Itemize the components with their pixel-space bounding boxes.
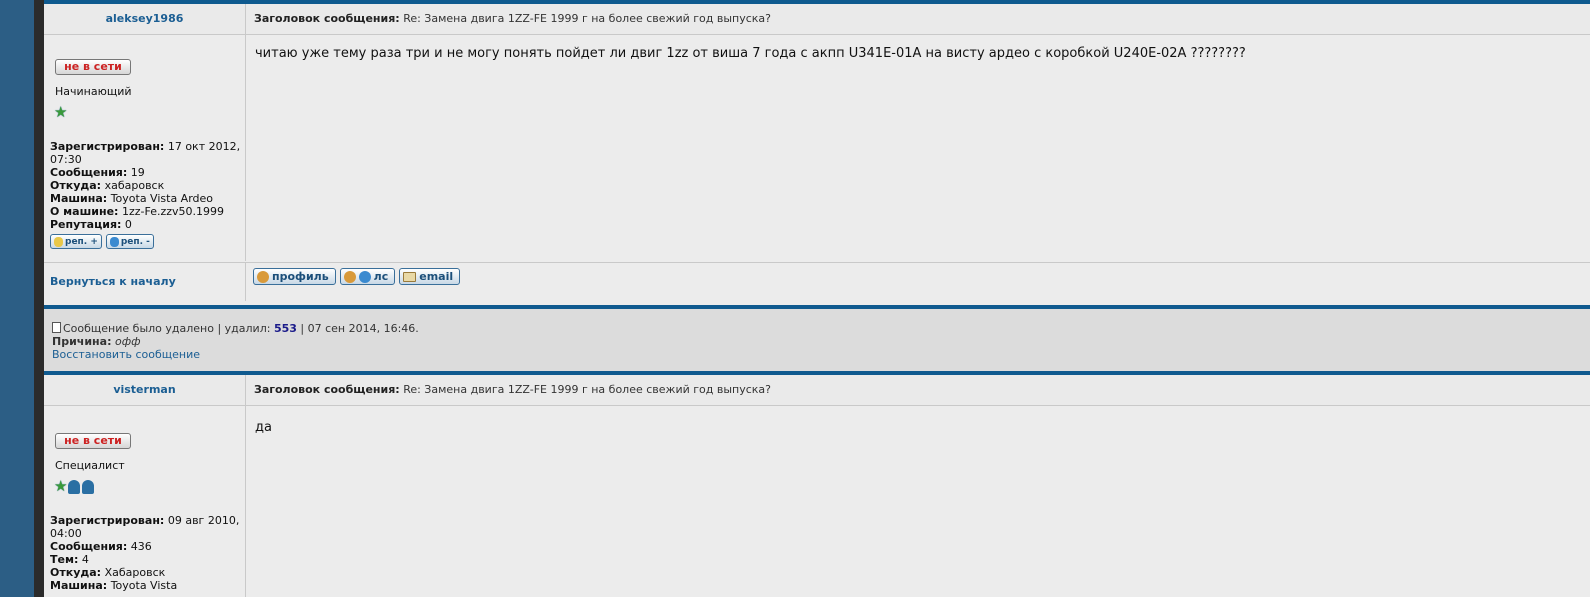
rep-plus-label: реп. + (65, 236, 98, 247)
reputation-value: 0 (124, 218, 132, 231)
registered-value: 17 окт 2012, (167, 140, 241, 153)
deleted-info: Сообщение было удалено | удалил: 553 | 0… (52, 322, 419, 335)
about-car-label: О машине: (50, 205, 119, 218)
rep-minus-label: реп. - (120, 236, 150, 247)
deleted-date: | 07 сен 2014, 16:46. (300, 322, 419, 335)
rank-title: Начинающий (55, 85, 132, 98)
subject-label: Заголовок сообщения: (254, 383, 400, 396)
author-info: Зарегистрирован: 17 окт 2012, 07:30 Сооб… (50, 140, 242, 231)
deleted-reason: Причина: офф (52, 335, 141, 348)
from-value: хабаровск (104, 179, 165, 192)
post-header: visterman Заголовок сообщения: Re: Замен… (44, 375, 1590, 406)
document-icon (52, 322, 61, 333)
from-label: Откуда: (50, 179, 102, 192)
reason-label: Причина: (52, 335, 112, 348)
post-body: да (255, 420, 272, 435)
posts-count: 19 (130, 166, 145, 179)
posts-label: Сообщения: (50, 540, 128, 553)
envelope-icon (403, 271, 417, 282)
users-icon-secondary (358, 270, 371, 283)
posts-label: Сообщения: (50, 166, 128, 179)
post-author-name[interactable]: aleksey1986 (44, 4, 246, 34)
from-value: Хабаровск (104, 566, 166, 579)
subject-text: Re: Замена двига 1ZZ-FE 1999 г на более … (403, 383, 771, 396)
email-button-label: email (419, 270, 454, 283)
profile-icon (257, 270, 269, 283)
post-body: читаю уже тему раза три и не могу понять… (255, 46, 1246, 61)
posts-count: 436 (130, 540, 152, 553)
offline-status-badge: не в сети (55, 59, 131, 75)
from-label: Откуда: (50, 566, 102, 579)
rank-icons: ★ (54, 477, 95, 497)
rank-figure-icon (68, 479, 81, 494)
car-label: Машина: (50, 579, 108, 592)
pm-button-label: лс (373, 270, 389, 283)
left-sidebar-strip (0, 0, 34, 597)
rep-plus-button[interactable]: реп. + (50, 234, 102, 249)
thumbs-up-icon (54, 236, 63, 247)
email-button[interactable]: email (399, 268, 461, 285)
author-profile: не в сети Начинающий ★ Зарегистрирован: … (44, 35, 246, 261)
registered-label: Зарегистрирован: (50, 514, 165, 527)
car-value: Toyota Vista (110, 579, 178, 592)
car-value: Toyota Vista Ardeo (110, 192, 214, 205)
restore-message-link[interactable]: Восстановить сообщение (52, 348, 200, 361)
back-to-top-link[interactable]: Вернуться к началу (50, 275, 176, 288)
topics-label: Тем: (50, 553, 79, 566)
author-profile: не в сети Специалист ★ Зарегистрирован: … (44, 406, 246, 597)
reputation-buttons: реп. + реп. - (50, 234, 154, 249)
private-message-button[interactable]: лс (339, 268, 396, 285)
post-author-name[interactable]: visterman (44, 375, 246, 405)
post-subject: Заголовок сообщения: Re: Замена двига 1Z… (254, 375, 771, 405)
subject-text: Re: Замена двига 1ZZ-FE 1999 г на более … (403, 12, 771, 25)
thumbs-down-icon (109, 236, 119, 247)
deleted-post-notice: Сообщение было удалено | удалил: 553 | 0… (44, 305, 1590, 375)
reason-value: офф (114, 335, 141, 348)
post-footer: Вернуться к началу профиль лс email (44, 262, 1590, 301)
rank-figure-icon (82, 479, 95, 494)
offline-status-badge: не в сети (55, 433, 131, 449)
deleted-text: Сообщение было удалено | удалил: (63, 322, 271, 335)
author-info: Зарегистрирован: 09 авг 2010, 04:00 Сооб… (50, 514, 242, 592)
registered-time: 04:00 (50, 527, 82, 540)
subject-label: Заголовок сообщения: (254, 12, 400, 25)
rank-star-icon: ★ (54, 477, 67, 495)
post-action-buttons: профиль лс email (253, 268, 461, 285)
profile-button[interactable]: профиль (253, 268, 336, 285)
registered-value: 09 авг 2010, (167, 514, 240, 527)
post-header: aleksey1986 Заголовок сообщения: Re: Зам… (44, 4, 1590, 35)
left-sidebar-edge (34, 0, 42, 597)
car-label: Машина: (50, 192, 108, 205)
registered-label: Зарегистрирован: (50, 140, 165, 153)
post-subject: Заголовок сообщения: Re: Замена двига 1Z… (254, 4, 771, 34)
reputation-label: Репутация: (50, 218, 122, 231)
about-car-value: 1zz-Fe.zzv50.1999 (121, 205, 225, 218)
registered-time: 07:30 (50, 153, 82, 166)
profile-button-label: профиль (272, 270, 329, 283)
deleter-link[interactable]: 553 (274, 322, 297, 335)
users-icon (343, 270, 356, 283)
forum-thread: aleksey1986 Заголовок сообщения: Re: Зам… (44, 0, 1590, 597)
restore-row: Восстановить сообщение (52, 348, 200, 361)
rank-title: Специалист (55, 459, 125, 472)
rep-minus-button[interactable]: реп. - (105, 234, 154, 249)
topics-count: 4 (81, 553, 89, 566)
footer-divider (245, 263, 246, 301)
rank-star-icon: ★ (54, 103, 67, 121)
